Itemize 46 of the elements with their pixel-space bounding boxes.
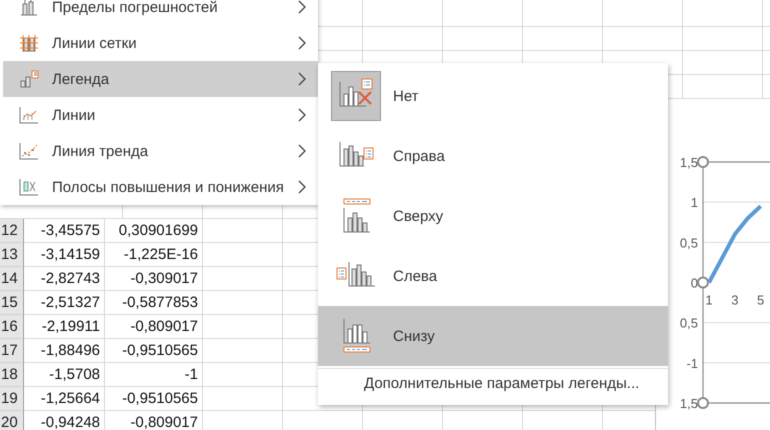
resize-handle[interactable] [697, 397, 709, 409]
row-number: 19 [0, 387, 24, 411]
row-number: 14 [0, 267, 24, 291]
error-bars-icon [19, 0, 39, 16]
chevron-right-icon [298, 108, 306, 122]
menu-item[interactable]: Линии [3, 97, 318, 133]
axis-label: -1 [686, 356, 698, 371]
menu-item[interactable]: Линии сетки [3, 25, 318, 61]
bars-icon [19, 178, 39, 196]
trendline-icon [19, 142, 39, 160]
menu-item[interactable]: Снизу [318, 306, 668, 366]
menu-item[interactable]: Полосы повышения и понижения [3, 169, 318, 205]
row-number: 12 [0, 219, 24, 243]
more-options-item[interactable]: Дополнительные параметры легенды... [318, 369, 668, 392]
menu-item[interactable]: Справа [318, 126, 668, 186]
axis-label: 0 [690, 276, 698, 290]
menu-item[interactable]: Линия тренда [3, 133, 318, 169]
row-number: 20 [0, 411, 24, 430]
row-number: 15 [0, 291, 24, 315]
menu-item[interactable]: Пределы погрешностей [3, 0, 318, 25]
axis-label: 0,5 [680, 316, 698, 331]
chevron-right-icon [298, 180, 306, 194]
row-number: 18 [0, 363, 24, 387]
axis-label: 1,5 [680, 155, 698, 170]
row-number: 17 [0, 339, 24, 363]
gridlines-icon [19, 34, 39, 52]
chevron-right-icon [298, 0, 306, 14]
menu-item[interactable]: Слева [318, 246, 668, 306]
axis-label: 1 [690, 195, 698, 210]
resize-handle[interactable] [697, 276, 709, 288]
row-number: 16 [0, 315, 24, 339]
legend-icon [19, 70, 39, 88]
axis-label: 1 [705, 292, 713, 308]
menu-item[interactable]: Легенда [3, 61, 318, 97]
line-chart-icon [19, 106, 39, 124]
chevron-right-icon [298, 72, 306, 86]
chevron-right-icon [298, 36, 306, 50]
resize-handle[interactable] [697, 156, 709, 168]
axis-label: 1,5 [680, 396, 698, 411]
row-number: 13 [0, 243, 24, 267]
axis-label: 5 [757, 292, 764, 308]
axis-label: 0,5 [680, 235, 698, 250]
chevron-right-icon [298, 144, 306, 158]
menu-item[interactable]: Сверху [318, 186, 668, 246]
menu-item[interactable]: Нет [318, 66, 668, 126]
axis-label: 3 [731, 292, 738, 308]
